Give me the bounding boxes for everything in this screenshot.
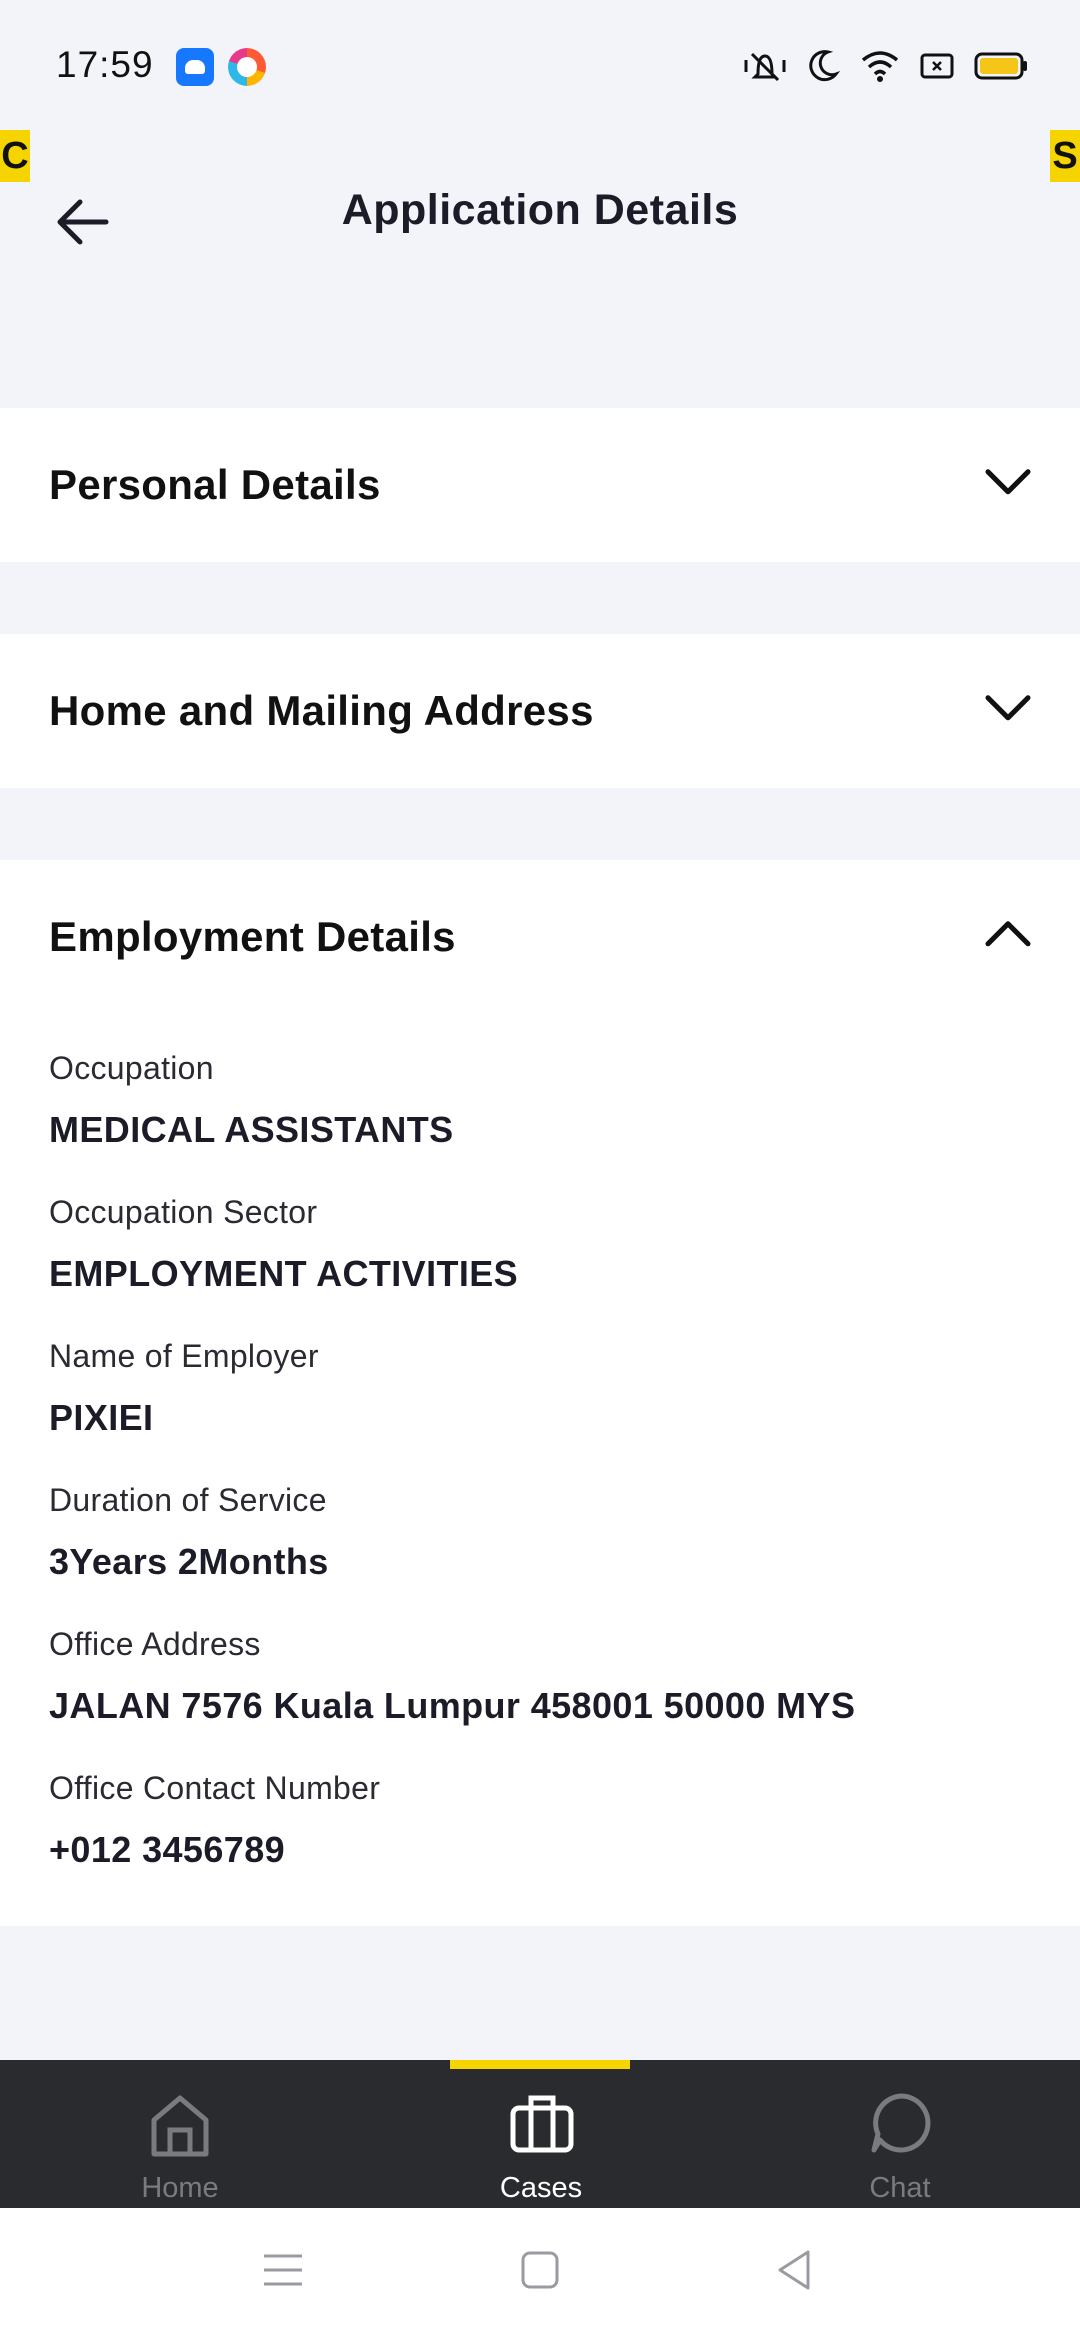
application-details-screen: 17:59 C S Application Details Personal D… xyxy=(0,0,1080,2340)
vibrate-icon xyxy=(744,52,786,82)
field-value: MEDICAL ASSISTANTS xyxy=(49,1109,454,1150)
page-title: Application Details xyxy=(341,186,739,234)
section-title: Employment Details xyxy=(49,913,456,960)
personal-details-section: Personal Details xyxy=(0,408,1080,562)
section-title: Personal Details xyxy=(49,461,381,508)
nav-label: Home xyxy=(141,2172,219,2204)
edge-badge-left: C xyxy=(0,130,30,182)
field-label: Occupation xyxy=(49,1050,214,1086)
status-bar: 17:59 xyxy=(0,0,1080,130)
wifi-icon xyxy=(861,51,899,82)
back-triangle-icon[interactable] xyxy=(774,2248,814,2292)
do-not-disturb-icon xyxy=(809,50,840,82)
status-time: 17:59 xyxy=(56,44,154,85)
nav-cases[interactable]: Cases xyxy=(441,2060,641,2208)
field-occupation: Occupation MEDICAL ASSISTANTS xyxy=(49,1050,454,1151)
field-value: EMPLOYMENT ACTIVITIES xyxy=(49,1253,519,1294)
field-office-contact-number: Office Contact Number +012 3456789 xyxy=(49,1770,380,1871)
section-title: Home and Mailing Address xyxy=(49,687,594,734)
home-mailing-address-section: Home and Mailing Address xyxy=(0,634,1080,788)
personal-details-header[interactable]: Personal Details xyxy=(0,408,1080,562)
field-label: Duration of Service xyxy=(49,1482,327,1518)
battery-icon xyxy=(974,52,1027,80)
field-value: 3Years 2Months xyxy=(49,1541,329,1582)
nav-chat[interactable]: Chat xyxy=(800,2060,1000,2208)
browser-notification-icon xyxy=(228,48,266,86)
field-occupation-sector: Occupation Sector EMPLOYMENT ACTIVITIES xyxy=(49,1194,518,1295)
home-square-icon[interactable] xyxy=(520,2248,560,2292)
system-status-icons xyxy=(742,44,1028,88)
nav-home[interactable]: Home xyxy=(80,2060,280,2208)
briefcase-icon xyxy=(510,2095,574,2153)
screen-icon xyxy=(920,53,954,79)
app-notification-icon xyxy=(176,48,214,86)
home-mailing-address-header[interactable]: Home and Mailing Address xyxy=(0,634,1080,788)
employment-details-section: Employment Details Occupation MEDICAL AS… xyxy=(0,860,1080,1926)
chevron-up-icon xyxy=(985,921,1031,947)
field-value: +012 3456789 xyxy=(49,1829,286,1870)
menu-icon[interactable] xyxy=(262,2248,304,2292)
field-duration-of-service: Duration of Service 3Years 2Months xyxy=(49,1482,329,1583)
system-navigation-bar xyxy=(0,2208,1080,2340)
field-name-of-employer: Name of Employer PIXIEI xyxy=(49,1338,319,1439)
chevron-down-icon xyxy=(985,695,1031,721)
employment-details-header[interactable]: Employment Details xyxy=(0,860,1080,1014)
chat-icon xyxy=(871,2093,931,2153)
field-value: PIXIEI xyxy=(49,1397,154,1438)
bottom-navigation: Home Cases Chat xyxy=(0,2060,1080,2208)
field-label: Name of Employer xyxy=(49,1338,319,1374)
nav-label: Cases xyxy=(499,2172,583,2204)
field-label: Office Contact Number xyxy=(49,1770,381,1806)
field-label: Occupation Sector xyxy=(49,1194,318,1230)
field-value: JALAN 7576 Kuala Lumpur 458001 50000 MYS xyxy=(49,1685,856,1726)
field-office-address: Office Address JALAN 7576 Kuala Lumpur 4… xyxy=(49,1626,855,1727)
home-icon xyxy=(151,2095,209,2157)
nav-label: Chat xyxy=(869,2172,931,2204)
edge-badge-right: S xyxy=(1050,130,1080,182)
chevron-down-icon xyxy=(985,469,1031,495)
field-label: Office Address xyxy=(49,1626,261,1662)
